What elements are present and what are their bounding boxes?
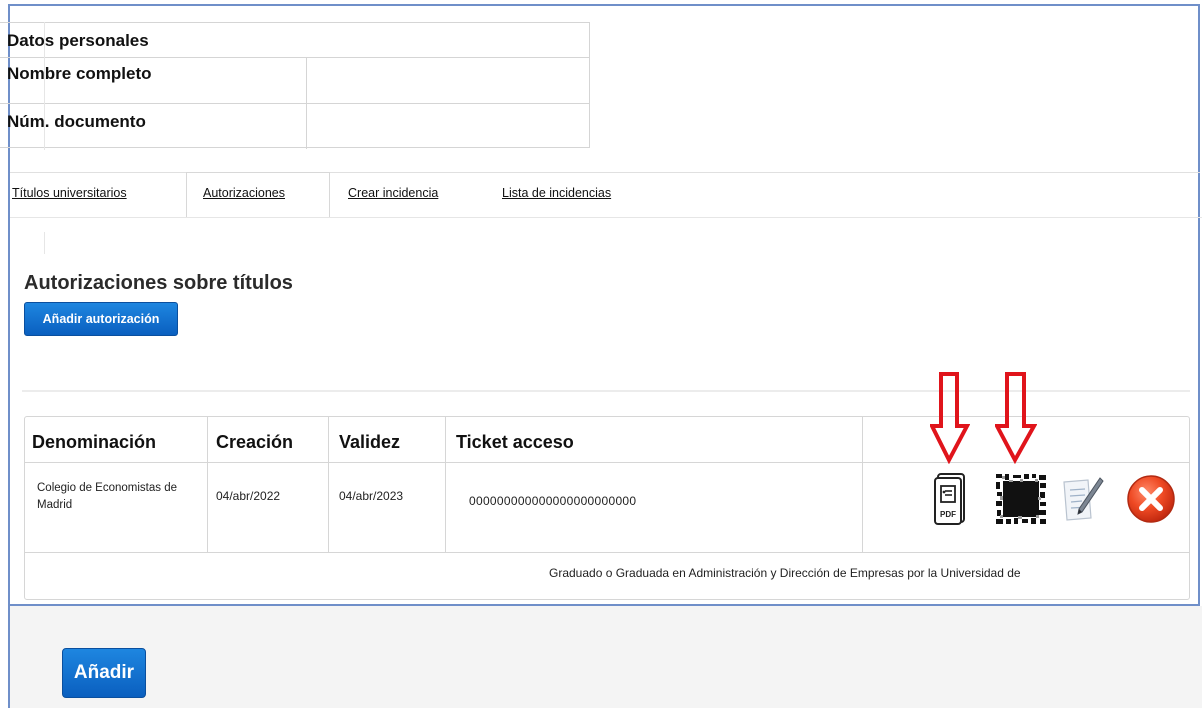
cell-ticket: 000000000000000000000000 [469, 494, 637, 508]
document-number-row: Núm. documento [0, 103, 589, 149]
pdf-download-icon[interactable]: PDF [934, 472, 966, 526]
section-title: Autorizaciones sobre títulos [24, 272, 293, 294]
add-authorization-button[interactable]: Añadir autorización [24, 302, 178, 336]
col-header-ticket: Ticket acceso [456, 432, 574, 452]
tab-autorizaciones[interactable]: Autorizaciones [203, 186, 285, 200]
personal-data-table: Datos personales Nombre completo Núm. do… [0, 22, 590, 149]
document-number-label: Núm. documento [7, 112, 146, 131]
footer-area [10, 606, 1202, 708]
qr-code-icon[interactable] [994, 472, 1048, 526]
left-guide-line [44, 22, 45, 150]
col-header-validez: Validez [339, 432, 401, 452]
detail-degree-text: Graduado o Graduada en Administración y … [549, 566, 1021, 580]
full-name-value [306, 57, 589, 103]
col-sep-2 [328, 417, 329, 552]
document-number-value [306, 103, 589, 149]
personal-data-header: Datos personales [7, 31, 149, 50]
frame-right-edge [1198, 4, 1200, 606]
tab-titulos-universitarios[interactable]: Títulos universitarios [12, 186, 127, 200]
full-name-label: Nombre completo [7, 64, 152, 83]
add-button[interactable]: Añadir [62, 648, 146, 698]
arrow-down-icon [995, 372, 1037, 464]
cell-creacion: 04/abr/2022 [216, 489, 281, 503]
col-header-denominacion: Denominación [32, 432, 157, 452]
tabs-bottom-border [10, 217, 1202, 218]
arrow-down-icon [930, 372, 970, 464]
frame-left-lower-edge [8, 606, 10, 708]
cell-denominacion: Colegio de Economistas de Madrid [37, 482, 177, 511]
full-name-row: Nombre completo [0, 57, 589, 104]
pdf-icon-label: PDF [940, 510, 956, 519]
cell-validez: 04/abr/2023 [339, 489, 404, 503]
table-row-separator [25, 552, 1189, 553]
left-guide-tick [44, 232, 45, 254]
delete-icon[interactable] [1126, 474, 1176, 524]
col-sep-3 [445, 417, 446, 552]
col-header-creacion: Creación [216, 432, 294, 452]
col-sep-4 [862, 417, 863, 552]
tab-crear-incidencia[interactable]: Crear incidencia [348, 186, 438, 200]
tab-lista-incidencias[interactable]: Lista de incidencias [502, 186, 611, 200]
col-sep-1 [207, 417, 208, 552]
personal-header-row: Datos personales [0, 23, 589, 58]
edit-document-icon[interactable] [1058, 472, 1106, 526]
